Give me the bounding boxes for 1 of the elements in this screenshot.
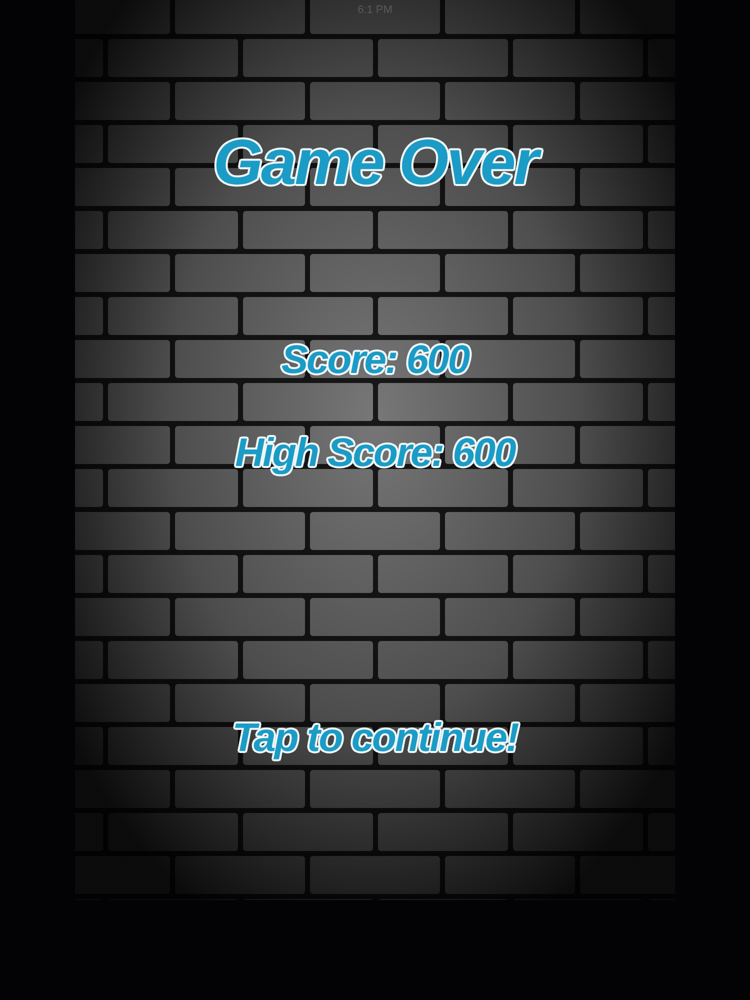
tap-to-continue-text: Tap to continue! [232, 715, 518, 762]
